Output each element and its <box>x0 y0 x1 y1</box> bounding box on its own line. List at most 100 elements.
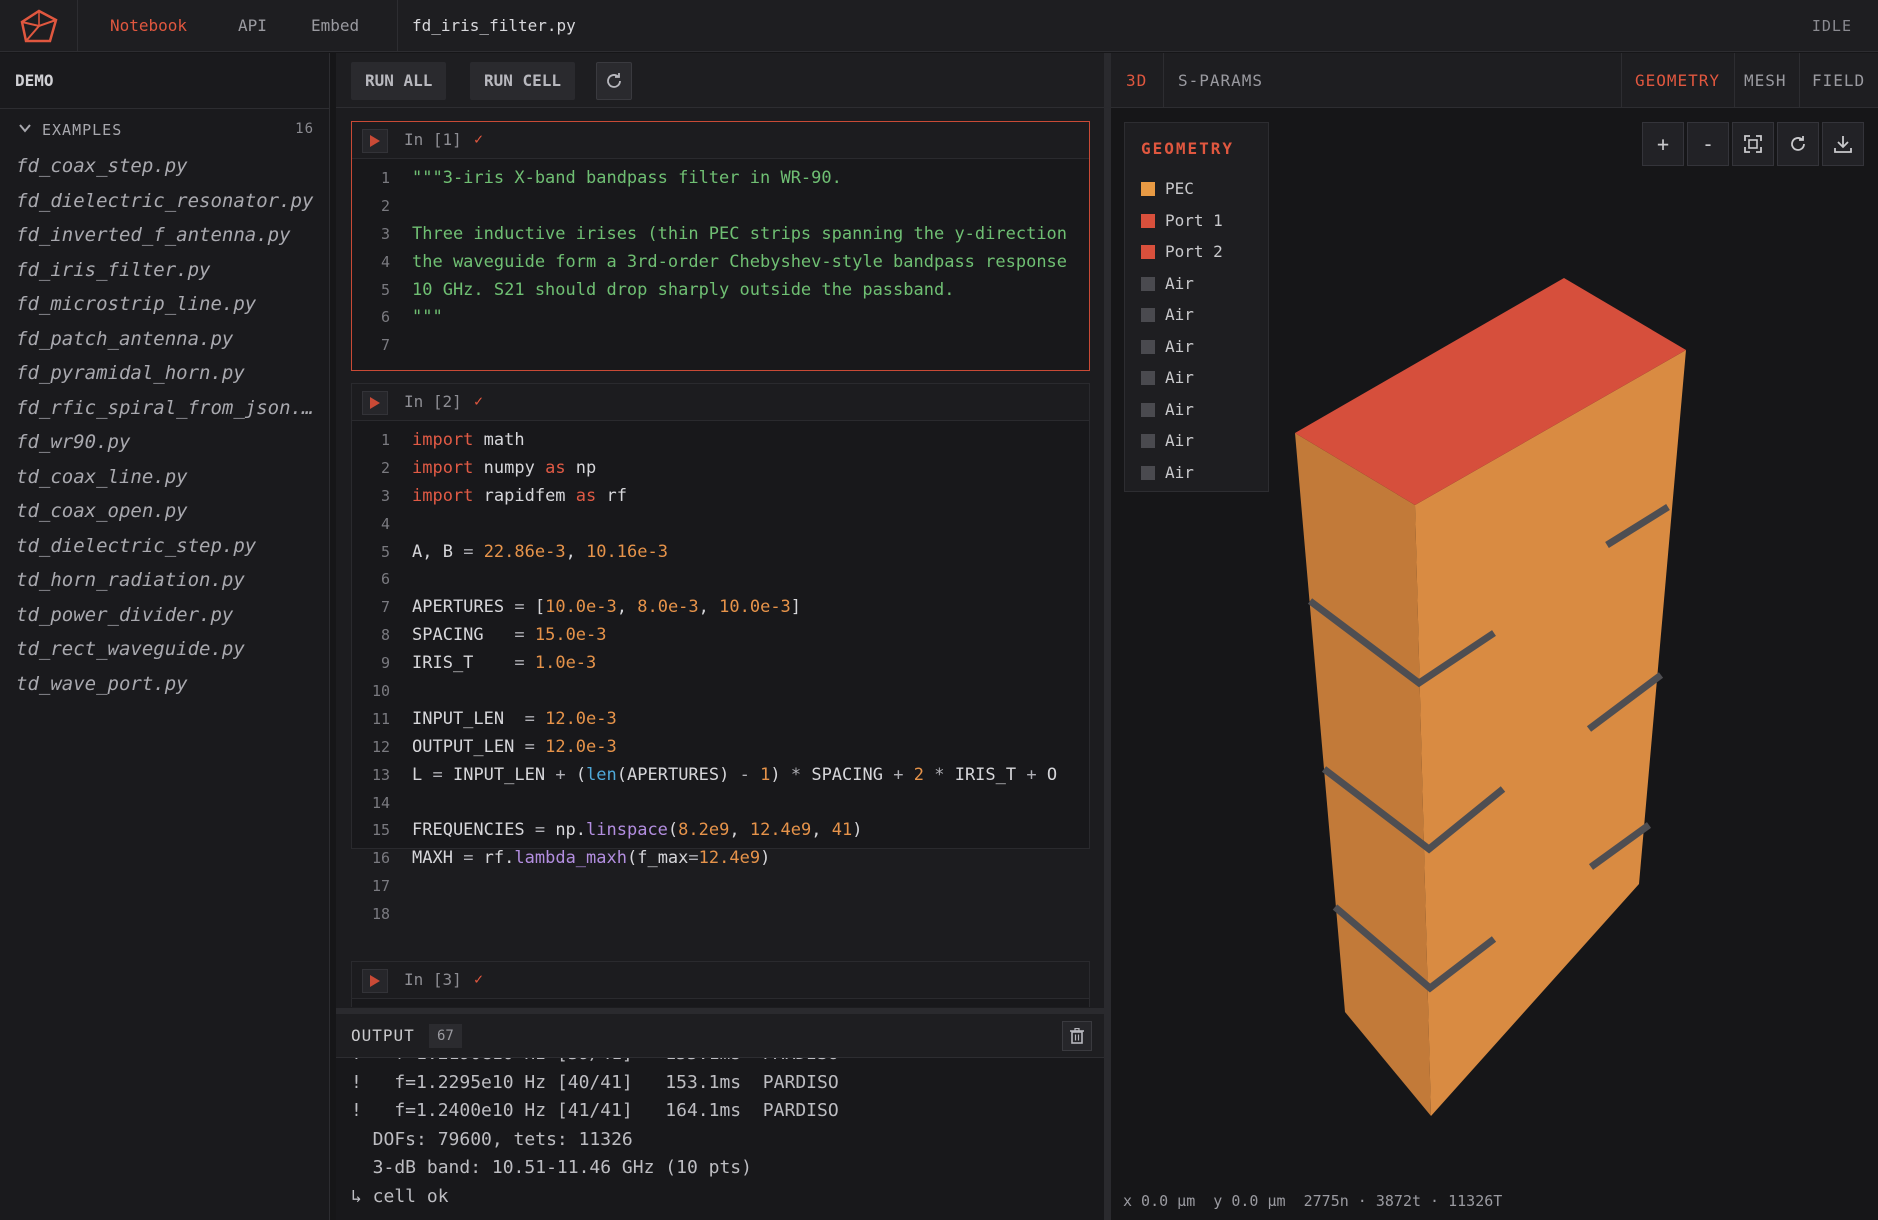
trash-icon <box>1070 1028 1084 1044</box>
tab-s-params[interactable]: S-PARAMS <box>1178 53 1263 108</box>
section-count: 16 <box>295 121 314 137</box>
examples-section-header[interactable]: EXAMPLES 16 <box>18 119 318 143</box>
code-editor[interactable]: 1 """3-iris X-band bandpass filter in WR-… <box>352 159 1089 360</box>
code-line: 3 import rapidfem as rf <box>380 485 627 506</box>
zoom-in-button[interactable]: + <box>1642 122 1684 166</box>
legend-item-pec[interactable]: PEC <box>1141 173 1223 205</box>
file-item[interactable]: td_coax_open.py <box>16 494 316 529</box>
code-line: 14 <box>371 793 390 812</box>
log-line: DOFs: 79600, tets: 11326 <box>351 1128 633 1150</box>
file-item[interactable]: fd_inverted_f_antenna.py <box>16 218 316 253</box>
cell-header: In [1] ✓ <box>352 122 1089 159</box>
legend-item-air[interactable]: Air <box>1141 268 1223 300</box>
file-list: fd_coax_step.py fd_dielectric_resonator.… <box>16 149 316 701</box>
run-all-button[interactable]: RUN ALL <box>351 62 447 100</box>
tab-3d[interactable]: 3D <box>1126 53 1147 108</box>
legend-item-port-2[interactable]: Port 2 <box>1141 236 1223 268</box>
run-cell-icon-button[interactable] <box>362 391 388 415</box>
run-cell-icon-button[interactable] <box>362 969 388 993</box>
viewer-panel: 3D S-PARAMS GEOMETRY MESH FIELD GEOMETRY… <box>1111 53 1878 1220</box>
code-line: 16 MAXH = rf.lambda_maxh(f_max=12.4e9) <box>371 848 771 869</box>
file-item[interactable]: fd_coax_step.py <box>16 149 316 184</box>
code-line: 2 <box>380 196 390 215</box>
zoom-out-button[interactable]: - <box>1687 122 1729 166</box>
refresh-icon <box>607 73 621 88</box>
file-item[interactable]: td_rect_waveguide.py <box>16 632 316 667</box>
run-cell-icon-button[interactable] <box>362 129 388 153</box>
geometry-legend: GEOMETRY PEC Port 1 Port 2 Air Air Air A… <box>1124 122 1269 492</box>
legend-list: PEC Port 1 Port 2 Air Air Air Air Air Ai… <box>1141 173 1223 488</box>
tab-geometry[interactable]: GEOMETRY <box>1635 53 1720 108</box>
download-button[interactable] <box>1822 122 1864 166</box>
code-line: 6 <box>380 570 390 589</box>
zoom-in-icon: + <box>1656 132 1670 156</box>
legend-item-air[interactable]: Air <box>1141 457 1223 489</box>
output-count-badge: 67 <box>429 1024 462 1048</box>
legend-item-air[interactable]: Air <box>1141 362 1223 394</box>
section-label: EXAMPLES <box>42 121 123 139</box>
view-controls: + - <box>1642 122 1864 166</box>
panel-resize-handle[interactable] <box>1104 53 1111 1220</box>
code-line: 7 <box>380 336 390 355</box>
code-line: 8 SPACING = 15.0e-3 <box>380 625 607 646</box>
reset-view-button[interactable] <box>1777 122 1819 166</box>
file-item[interactable]: td_coax_line.py <box>16 460 316 495</box>
code-cell[interactable]: In [1] ✓ 1 """3-iris X-band bandpass filt… <box>351 121 1090 371</box>
code-line: 17 <box>371 877 390 896</box>
log-line: ! f=1.2190e10 Hz [39/41] 155.1ms PARDISO <box>351 1058 1091 1069</box>
code-line: 18 <box>371 905 390 924</box>
play-icon <box>370 975 380 987</box>
tab-embed[interactable]: Embed <box>311 0 359 52</box>
tab-field[interactable]: FIELD <box>1812 53 1865 108</box>
legend-item-air[interactable]: Air <box>1141 425 1223 457</box>
file-item[interactable]: fd_patch_antenna.py <box>16 322 316 357</box>
cell-label: In [3] <box>404 970 462 989</box>
code-editor[interactable]: 1 import math 2 import numpy as np 3 import… <box>352 421 1089 929</box>
file-item[interactable]: td_dielectric_step.py <box>16 529 316 564</box>
file-item[interactable]: fd_iris_filter.py <box>16 253 316 288</box>
file-item[interactable]: fd_rfic_spiral_from_json.py <box>16 391 316 426</box>
code-line: 5 A, B = 22.86e-3, 10.16e-3 <box>380 541 668 562</box>
app-logo[interactable] <box>0 0 78 52</box>
output-header: OUTPUT 67 <box>336 1014 1104 1058</box>
log-line: 3-dB band: 10.51-11.46 GHz (10 pts) <box>351 1157 752 1178</box>
cell-label: In [1] <box>404 130 462 149</box>
play-icon <box>370 397 380 409</box>
fit-view-icon <box>1744 135 1762 153</box>
reset-view-icon <box>1791 136 1805 151</box>
file-item[interactable]: fd_wr90.py <box>16 425 316 460</box>
logo-icon <box>20 9 57 43</box>
code-cell[interactable]: In [2] ✓ 1 import math 2 import numpy as n… <box>351 383 1090 923</box>
notebook-panel: RUN ALL RUN CELL In [1] ✓ 1 """3-iris X-b… <box>336 53 1104 1008</box>
tab-api[interactable]: API <box>238 0 267 52</box>
output-log[interactable]: ! f=1.2190e10 Hz [39/41] 155.1ms PARDISO… <box>351 1058 1091 1220</box>
tab-mesh[interactable]: MESH <box>1744 53 1787 108</box>
cell-header: In [3] ✓ <box>352 962 1089 999</box>
tab-notebook[interactable]: Notebook <box>110 0 187 52</box>
code-cell[interactable]: In [3] ✓ <box>351 961 1090 1007</box>
cell-status-check: ✓ <box>474 130 484 148</box>
pec-left-face <box>1295 433 1431 1116</box>
notebook-toolbar: RUN ALL RUN CELL <box>336 53 1104 108</box>
top-bar: Notebook API Embed fd_iris_filter.py IDL… <box>0 0 1878 52</box>
clear-output-button[interactable] <box>1062 1021 1092 1051</box>
code-line: 4 the waveguide form a 3rd-order Chebyshe… <box>380 251 1068 272</box>
file-item[interactable]: fd_pyramidal_horn.py <box>16 356 316 391</box>
code-line: 4 <box>380 514 390 533</box>
kernel-status: IDLE <box>1811 17 1852 35</box>
file-item[interactable]: fd_microstrip_line.py <box>16 287 316 322</box>
code-line: 3 Three inductive irises (thin PEC strips… <box>380 223 1068 244</box>
legend-item-air[interactable]: Air <box>1141 394 1223 426</box>
legend-item-air[interactable]: Air <box>1141 299 1223 331</box>
legend-item-port-1[interactable]: Port 1 <box>1141 205 1223 237</box>
legend-item-air[interactable]: Air <box>1141 331 1223 363</box>
run-cell-button[interactable]: RUN CELL <box>470 62 576 100</box>
code-line: 9 IRIS_T = 1.0e-3 <box>380 653 597 674</box>
file-item[interactable]: td_power_divider.py <box>16 598 316 633</box>
file-item[interactable]: fd_dielectric_resonator.py <box>16 184 316 219</box>
restart-kernel-button[interactable] <box>596 62 632 100</box>
fit-view-button[interactable] <box>1732 122 1774 166</box>
file-item[interactable]: td_horn_radiation.py <box>16 563 316 598</box>
file-item[interactable]: td_wave_port.py <box>16 667 316 702</box>
file-title: fd_iris_filter.py <box>412 16 576 35</box>
